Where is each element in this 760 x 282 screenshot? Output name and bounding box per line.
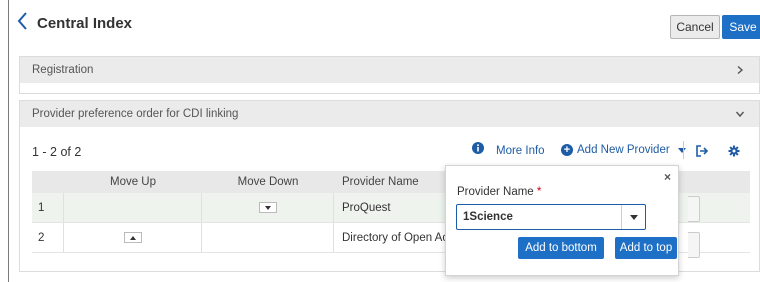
cancel-button[interactable]: Cancel <box>670 15 720 39</box>
add-to-top-button[interactable]: Add to top <box>615 237 677 259</box>
provider-name-label: Provider Name * <box>457 186 541 198</box>
caret-down-icon <box>677 147 686 153</box>
app-frame: Central Index Cancel Save Registration P… <box>8 0 760 282</box>
row-number: 1 <box>32 193 64 222</box>
move-up-cell <box>64 223 202 252</box>
move-up-cell <box>64 193 202 222</box>
row-number: 2 <box>32 223 64 252</box>
section-title: Provider preference order for CDI linkin… <box>32 108 239 120</box>
row-action-button[interactable] <box>688 232 700 258</box>
move-up-button[interactable] <box>123 232 142 243</box>
more-info-link[interactable]: More Info <box>496 145 545 157</box>
close-icon[interactable]: × <box>664 170 671 184</box>
move-down-button[interactable] <box>258 202 277 213</box>
info-icon[interactable] <box>472 142 484 154</box>
chevron-right-icon <box>737 65 744 75</box>
selected-provider: 1Science <box>463 211 513 223</box>
registration-section-header[interactable]: Registration <box>20 57 759 83</box>
row-action-button[interactable] <box>688 196 700 222</box>
label-text: Provider Name <box>457 186 534 198</box>
dropdown-toggle[interactable] <box>621 205 645 229</box>
record-count: 1 - 2 of 2 <box>32 145 82 159</box>
page-header: Central Index Cancel Save <box>9 0 760 44</box>
add-new-provider-button[interactable]: + Add New Provider <box>561 144 686 156</box>
plus-circle-icon: + <box>561 144 573 156</box>
registration-section: Registration <box>19 56 760 94</box>
col-num <box>32 171 64 193</box>
col-move-up: Move Up <box>109 176 157 188</box>
provider-order-section-header[interactable]: Provider preference order for CDI linkin… <box>20 101 759 127</box>
export-icon[interactable] <box>695 144 709 158</box>
save-button[interactable]: Save <box>722 15 760 39</box>
chevron-left-icon[interactable] <box>13 9 33 33</box>
arrow-down-icon <box>264 205 271 210</box>
caret-down-icon <box>629 214 638 220</box>
add-to-bottom-button[interactable]: Add to bottom <box>518 237 604 259</box>
provider-name-select[interactable]: 1Science <box>456 204 646 230</box>
arrow-up-icon <box>129 235 136 240</box>
add-provider-popup: × Provider Name * 1Science Add to bottom… <box>445 165 679 276</box>
toolbar-divider <box>683 141 684 159</box>
required-mark: * <box>536 186 542 198</box>
add-provider-label: Add New Provider <box>577 144 670 156</box>
chevron-down-icon <box>735 111 745 118</box>
gear-icon[interactable] <box>728 145 740 157</box>
page-title: Central Index <box>37 15 133 32</box>
col-move-down: Move Down <box>237 176 299 188</box>
move-down-cell <box>202 193 334 222</box>
move-down-cell <box>202 223 334 252</box>
section-title: Registration <box>32 64 94 76</box>
